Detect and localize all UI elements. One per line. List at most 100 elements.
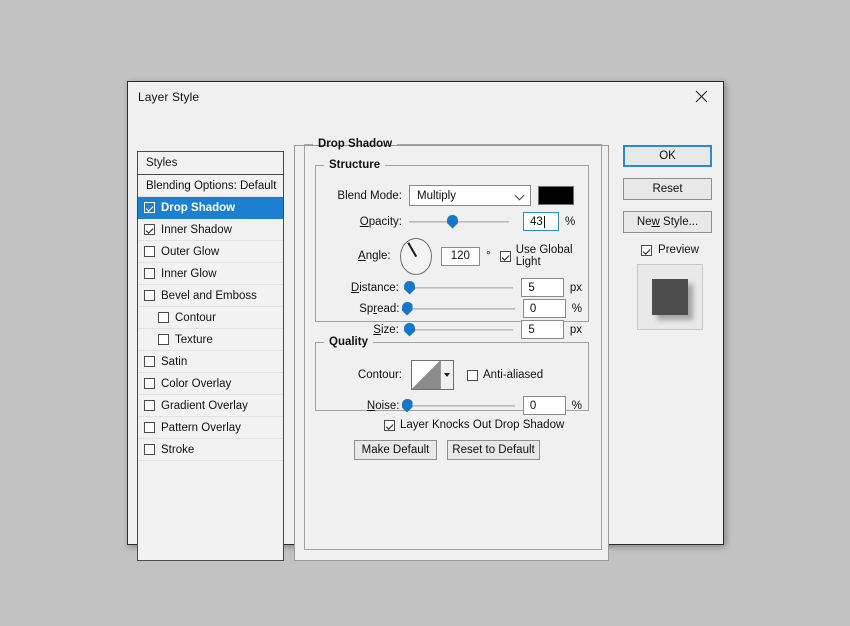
checkbox-icon[interactable] — [144, 224, 155, 235]
style-list-item-label: Pattern Overlay — [161, 422, 241, 434]
checkbox-icon[interactable] — [158, 334, 169, 345]
quality-group-title: Quality — [324, 336, 373, 348]
angle-dial[interactable] — [400, 238, 432, 275]
distance-slider-track — [406, 287, 513, 289]
checkbox-icon[interactable] — [144, 356, 155, 367]
size-slider-thumb[interactable] — [404, 323, 415, 337]
structure-group-title: Structure — [324, 159, 385, 171]
dialog-title: Layer Style — [128, 90, 199, 104]
checkbox-icon[interactable] — [144, 422, 155, 433]
spread-row: Spread: 0 % — [324, 299, 582, 318]
checkbox-icon[interactable] — [144, 246, 155, 257]
new-style-button[interactable]: New Style... — [623, 211, 712, 233]
style-list-item-label: Color Overlay — [161, 378, 231, 390]
dialog-titlebar: Layer Style — [128, 82, 723, 111]
style-list-item[interactable]: Stroke — [138, 439, 283, 461]
distance-slider[interactable] — [406, 281, 513, 295]
checkbox-icon[interactable] — [144, 268, 155, 279]
layer-knocks-out-checkbox[interactable]: Layer Knocks Out Drop Shadow — [384, 419, 564, 431]
style-list-item[interactable]: Satin — [138, 351, 283, 373]
checkbox-icon[interactable] — [144, 444, 155, 455]
dialog-actions: OK Reset New Style... Preview — [623, 145, 717, 330]
contour-row: Contour: Anti-aliased — [324, 360, 582, 390]
preview-swatch — [652, 279, 688, 315]
angle-input[interactable]: 120 — [441, 247, 481, 266]
checkbox-icon[interactable] — [144, 290, 155, 301]
noise-input[interactable]: 0 — [523, 396, 566, 415]
preview-label: Preview — [658, 244, 699, 256]
preview-checkbox[interactable]: Preview — [623, 244, 717, 256]
style-list-item[interactable]: Outer Glow — [138, 241, 283, 263]
checkbox-icon[interactable] — [158, 312, 169, 323]
noise-slider-thumb[interactable] — [402, 399, 413, 413]
reset-button[interactable]: Reset — [623, 178, 712, 200]
style-list-item-label: Bevel and Emboss — [161, 290, 257, 302]
opacity-input[interactable]: 43 — [523, 212, 559, 231]
style-list-item[interactable]: Color Overlay — [138, 373, 283, 395]
style-list-item[interactable]: Gradient Overlay — [138, 395, 283, 417]
style-list-item[interactable]: Drop Shadow — [138, 197, 283, 219]
spread-unit: % — [572, 303, 582, 315]
use-global-light-checkbox[interactable]: Use Global Light — [500, 244, 586, 268]
anti-aliased-checkbox[interactable]: Anti-aliased — [467, 369, 543, 381]
contour-preset-picker[interactable] — [411, 360, 454, 390]
noise-slider-track — [407, 405, 515, 407]
spread-input[interactable]: 0 — [523, 299, 566, 318]
reset-to-default-button[interactable]: Reset to Default — [447, 440, 540, 460]
distance-label: Distance: — [324, 282, 399, 294]
reset-label: Reset — [652, 183, 682, 195]
checkbox-icon — [467, 370, 478, 381]
contour-dropdown-button[interactable] — [440, 361, 453, 389]
drop-shadow-group-title: Drop Shadow — [313, 138, 397, 150]
style-list-item[interactable]: Inner Glow — [138, 263, 283, 285]
distance-slider-thumb[interactable] — [404, 281, 415, 295]
opacity-row: Opacity: 43 % — [324, 212, 582, 231]
checkbox-icon — [384, 420, 395, 431]
distance-value: 5 — [528, 282, 534, 294]
style-list-item[interactable]: Contour — [138, 307, 283, 329]
style-list-item[interactable]: Inner Shadow — [138, 219, 283, 241]
blend-mode-label: Blend Mode: — [324, 190, 402, 202]
chevron-down-icon — [516, 191, 525, 200]
style-list-item[interactable]: Texture — [138, 329, 283, 351]
checkbox-icon[interactable] — [144, 202, 155, 213]
opacity-slider-thumb[interactable] — [447, 215, 458, 229]
opacity-label: Opacity: — [324, 216, 402, 228]
style-list-item[interactable]: Pattern Overlay — [138, 417, 283, 439]
new-style-label: New Style... — [637, 216, 698, 228]
layer-knocks-out-label: Layer Knocks Out Drop Shadow — [400, 419, 564, 431]
close-icon[interactable] — [679, 82, 723, 110]
reset-to-default-label: Reset to Default — [452, 444, 534, 456]
distance-unit: px — [570, 282, 582, 294]
style-list-item[interactable]: Bevel and Emboss — [138, 285, 283, 307]
contour-thumbnail — [412, 361, 440, 389]
spread-slider[interactable] — [407, 302, 515, 316]
spread-slider-track — [407, 308, 515, 310]
size-slider[interactable] — [406, 323, 513, 337]
ok-button[interactable]: OK — [623, 145, 712, 167]
angle-value: 120 — [451, 250, 470, 262]
spread-slider-thumb[interactable] — [402, 302, 413, 316]
ok-label: OK — [659, 150, 676, 162]
shadow-color-swatch[interactable] — [538, 186, 574, 205]
opacity-slider[interactable] — [409, 215, 509, 229]
style-list-item-label: Drop Shadow — [161, 202, 235, 214]
style-list-item-label: Inner Shadow — [161, 224, 232, 236]
noise-slider[interactable] — [407, 399, 515, 413]
angle-label: Angle: — [324, 250, 391, 262]
blend-mode-select[interactable]: Multiply — [409, 185, 531, 206]
text-caret — [544, 216, 545, 228]
anti-aliased-label: Anti-aliased — [483, 369, 543, 381]
style-list-item-label: Gradient Overlay — [161, 400, 248, 412]
distance-input[interactable]: 5 — [521, 278, 564, 297]
checkbox-icon[interactable] — [144, 378, 155, 389]
spread-value: 0 — [530, 303, 536, 315]
noise-label: Noise: — [324, 400, 400, 412]
desktop-background: Layer Style Styles Blending Options: Def… — [0, 0, 850, 626]
checkbox-icon[interactable] — [144, 400, 155, 411]
make-default-button[interactable]: Make Default — [354, 440, 437, 460]
noise-row: Noise: 0 % — [324, 396, 582, 415]
style-list-item[interactable]: Blending Options: Default — [138, 175, 283, 197]
structure-group: Structure Blend Mode: Multiply — [315, 159, 589, 322]
style-list-item-label: Outer Glow — [161, 246, 219, 258]
